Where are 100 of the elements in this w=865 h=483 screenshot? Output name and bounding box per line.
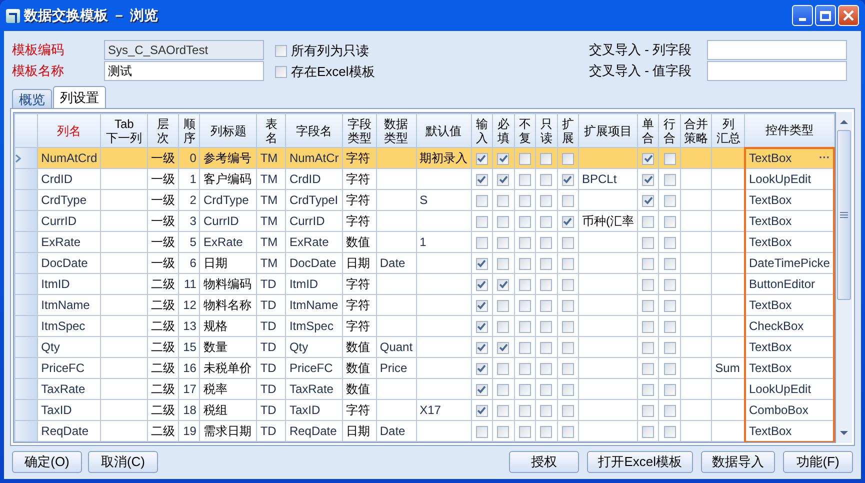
- scroll-down-icon[interactable]: [839, 429, 849, 437]
- cell-checkbox[interactable]: [642, 320, 654, 333]
- column-header[interactable]: 默认值: [416, 114, 472, 148]
- cell-checkbox[interactable]: [562, 258, 574, 270]
- cell-checkbox[interactable]: [664, 362, 676, 375]
- focused-cell[interactable]: ComboBox: [744, 400, 834, 420]
- cell-checkbox[interactable]: [664, 300, 676, 312]
- button[interactable]: 打开Excel模板: [587, 451, 693, 473]
- column-header[interactable]: 只 读: [536, 114, 558, 148]
- cell-checkbox[interactable]: [562, 278, 574, 291]
- cell-checkbox[interactable]: [476, 216, 488, 228]
- cell-checkbox[interactable]: [497, 384, 510, 396]
- cell-checkbox[interactable]: [562, 236, 574, 249]
- cell-checkbox[interactable]: [497, 194, 510, 207]
- cell-checkbox[interactable]: [476, 320, 488, 333]
- row-header[interactable]: [14, 420, 38, 442]
- focused-cell[interactable]: DateTimePicke: [744, 252, 834, 274]
- ellipsis-button[interactable]: ···: [819, 151, 830, 166]
- button[interactable]: 确定(O): [12, 451, 82, 473]
- cell-checkbox[interactable]: [664, 258, 676, 270]
- cell-checkbox[interactable]: [497, 216, 510, 228]
- cell-checkbox[interactable]: [562, 300, 574, 312]
- column-header[interactable]: 不 复: [514, 114, 536, 148]
- focused-cell[interactable]: TextBox: [744, 420, 834, 442]
- cell-checkbox[interactable]: [664, 342, 676, 354]
- cell-checkbox[interactable]: [497, 152, 510, 165]
- cell-checkbox[interactable]: [476, 236, 488, 249]
- row-header[interactable]: [14, 400, 38, 420]
- cell-checkbox[interactable]: [562, 426, 574, 438]
- focused-cell[interactable]: TextBox: [744, 190, 834, 210]
- cell-checkbox[interactable]: [562, 320, 574, 333]
- cell-checkbox[interactable]: [562, 384, 574, 396]
- cell-checkbox[interactable]: [518, 236, 531, 249]
- tab[interactable]: 列设置: [53, 86, 106, 108]
- cell-checkbox[interactable]: [518, 384, 531, 396]
- cell-checkbox[interactable]: [518, 258, 531, 270]
- cell-checkbox[interactable]: [642, 384, 654, 396]
- column-header[interactable]: 列 汇总: [712, 114, 745, 148]
- maximize-button[interactable]: [815, 5, 836, 26]
- cell-checkbox[interactable]: [664, 236, 676, 249]
- column-header[interactable]: 行 合: [658, 114, 680, 148]
- row-header[interactable]: [14, 316, 38, 336]
- column-header[interactable]: 列标题: [200, 114, 257, 148]
- column-header[interactable]: 层 次: [148, 114, 179, 148]
- column-header[interactable]: 必 填: [492, 114, 514, 148]
- column-header[interactable]: 列名: [38, 114, 101, 148]
- cell-checkbox[interactable]: [476, 404, 488, 417]
- cell-checkbox[interactable]: [642, 300, 654, 312]
- cell-checkbox[interactable]: [518, 404, 531, 417]
- scroll-up-icon[interactable]: [839, 118, 849, 126]
- scroll-thumb[interactable]: [837, 130, 851, 300]
- cell-checkbox[interactable]: [664, 194, 676, 207]
- cell-checkbox[interactable]: [497, 320, 510, 333]
- cell-checkbox[interactable]: [476, 384, 488, 396]
- cell-checkbox[interactable]: [642, 194, 654, 207]
- cell-checkbox[interactable]: [540, 174, 552, 186]
- cell-checkbox[interactable]: [664, 384, 676, 396]
- input-field[interactable]: 测试: [104, 61, 264, 81]
- cell-checkbox[interactable]: [497, 342, 510, 354]
- cell-checkbox[interactable]: [497, 362, 510, 375]
- cell-checkbox[interactable]: [664, 320, 676, 333]
- cell-checkbox[interactable]: [540, 236, 552, 249]
- cell-checkbox[interactable]: [642, 258, 654, 270]
- cell-checkbox[interactable]: [540, 342, 552, 354]
- cell-checkbox[interactable]: [518, 320, 531, 333]
- row-header[interactable]: [14, 210, 38, 232]
- cell-checkbox[interactable]: [664, 426, 676, 438]
- row-header[interactable]: [14, 274, 38, 294]
- focused-cell[interactable]: ButtonEditor: [744, 274, 834, 294]
- cell-checkbox[interactable]: [642, 342, 654, 354]
- column-header[interactable]: 输 入: [471, 114, 493, 148]
- column-header[interactable]: 顺 序: [178, 114, 200, 148]
- row-header[interactable]: [14, 378, 38, 400]
- button[interactable]: 取消(C): [88, 451, 158, 473]
- cell-checkbox[interactable]: [497, 278, 510, 291]
- column-header[interactable]: 字段名: [286, 114, 342, 148]
- column-header[interactable]: Tab 下一列: [100, 114, 148, 148]
- cell-checkbox[interactable]: [540, 362, 552, 375]
- focused-cell[interactable]: TextBox: [744, 358, 834, 378]
- focused-cell[interactable]: LookUpEdit: [744, 168, 834, 190]
- cell-checkbox[interactable]: [562, 216, 574, 228]
- focused-cell[interactable]: TextBox: [744, 232, 834, 252]
- cell-checkbox[interactable]: [664, 404, 676, 417]
- row-header[interactable]: [14, 148, 38, 168]
- cell-checkbox[interactable]: [476, 300, 488, 312]
- column-header[interactable]: 数据 类型: [376, 114, 416, 148]
- cell-checkbox[interactable]: [476, 258, 488, 270]
- row-header[interactable]: [14, 190, 38, 210]
- cell-checkbox[interactable]: [518, 426, 531, 438]
- column-header[interactable]: 扩展项目: [578, 114, 638, 148]
- cell-checkbox[interactable]: [518, 300, 531, 312]
- focused-cell[interactable]: CheckBox: [744, 316, 834, 336]
- cell-checkbox[interactable]: [642, 426, 654, 438]
- cell-checkbox[interactable]: [518, 362, 531, 375]
- cell-checkbox[interactable]: [540, 426, 552, 438]
- close-button[interactable]: [838, 5, 859, 26]
- cell-checkbox[interactable]: [664, 216, 676, 228]
- cell-checkbox[interactable]: [642, 174, 654, 186]
- checkbox[interactable]: [275, 45, 287, 57]
- cell-checkbox[interactable]: [562, 194, 574, 207]
